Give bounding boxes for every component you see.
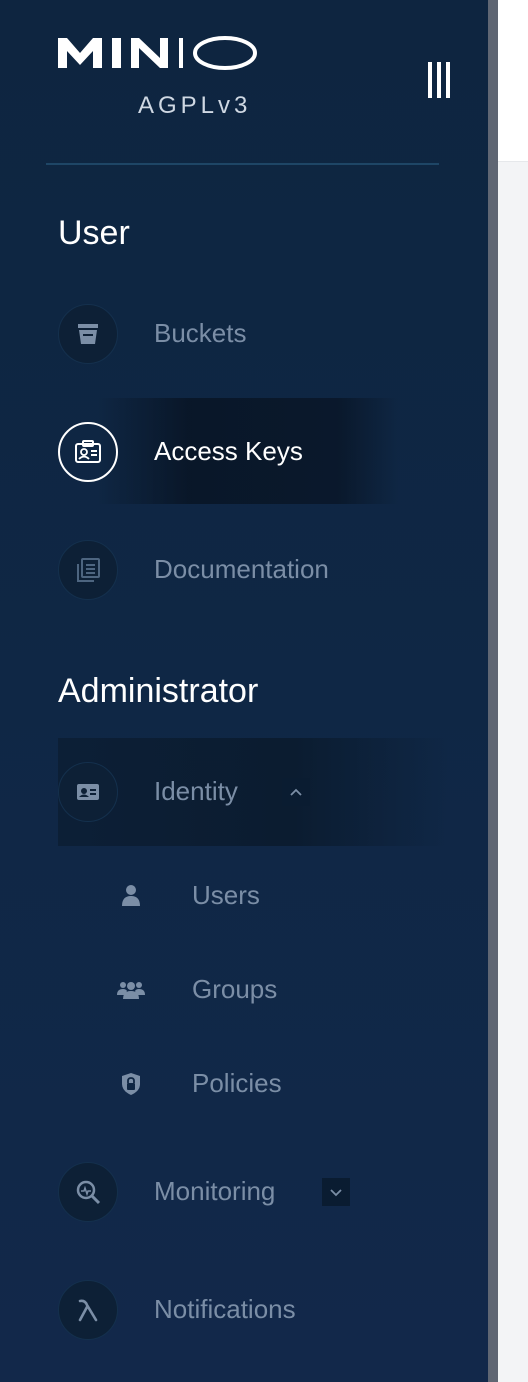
magnifier-chart-icon bbox=[58, 1162, 118, 1222]
nav-item-notifications[interactable]: Notifications bbox=[58, 1280, 458, 1340]
nav-subitem-users[interactable]: Users bbox=[116, 876, 416, 916]
chevron-down-icon[interactable] bbox=[322, 1178, 350, 1206]
bucket-icon bbox=[58, 304, 118, 364]
shield-lock-icon bbox=[116, 1070, 146, 1098]
section-title-administrator: Administrator bbox=[58, 672, 259, 710]
sidebar: AGPLv3 User Buckets Access Keys Document… bbox=[0, 0, 488, 1382]
nav-label-access-keys: Access Keys bbox=[154, 436, 303, 466]
logo-divider bbox=[46, 163, 439, 165]
nav-item-documentation[interactable]: Documentation bbox=[58, 540, 458, 600]
top-header-bar bbox=[498, 0, 528, 162]
collapse-sidebar-button[interactable] bbox=[428, 62, 458, 100]
nav-label-buckets: Buckets bbox=[154, 318, 247, 348]
nav-item-identity[interactable]: Identity bbox=[58, 762, 458, 822]
sub-label-groups: Groups bbox=[192, 974, 278, 1004]
nav-subitem-policies[interactable]: Policies bbox=[116, 1064, 416, 1104]
nav-item-monitoring[interactable]: Monitoring bbox=[58, 1162, 458, 1222]
id-card-icon bbox=[58, 422, 118, 482]
group-icon bbox=[116, 976, 146, 1004]
documents-icon bbox=[58, 540, 118, 600]
nav-item-buckets[interactable]: Buckets bbox=[58, 304, 458, 364]
id-badge-icon bbox=[58, 762, 118, 822]
license-label: AGPLv3 bbox=[138, 92, 252, 119]
user-icon bbox=[116, 882, 146, 910]
sidebar-edge bbox=[488, 0, 498, 1382]
chevron-up-icon[interactable] bbox=[282, 778, 310, 806]
nav-subitem-groups[interactable]: Groups bbox=[116, 970, 416, 1010]
nav-label-documentation: Documentation bbox=[154, 554, 329, 584]
nav-label-identity: Identity bbox=[154, 776, 238, 806]
sub-label-policies: Policies bbox=[192, 1068, 282, 1098]
nav-item-access-keys[interactable]: Access Keys bbox=[58, 422, 458, 482]
minio-logo bbox=[58, 34, 258, 74]
lambda-icon bbox=[58, 1280, 118, 1340]
main-content-area bbox=[498, 162, 528, 1382]
section-title-user: User bbox=[58, 214, 130, 252]
sub-label-users: Users bbox=[192, 880, 260, 910]
nav-label-monitoring: Monitoring bbox=[154, 1176, 276, 1206]
nav-label-notifications: Notifications bbox=[154, 1294, 296, 1324]
